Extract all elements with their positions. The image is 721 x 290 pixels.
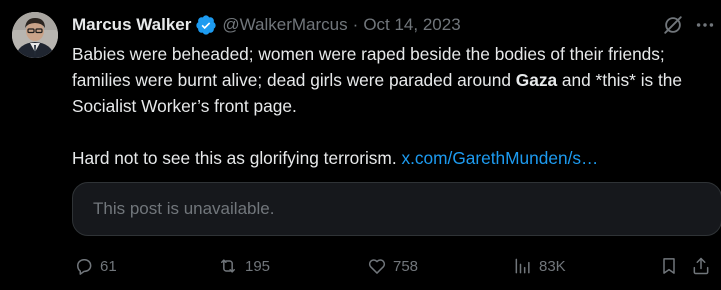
- text-segment: Hard not to see this as glorifying terro…: [72, 148, 402, 168]
- action-bar: 61 195 758 83K: [72, 252, 718, 280]
- repost-count: 195: [245, 257, 271, 275]
- quoted-post-unavailable-text: This post is unavailable.: [93, 199, 275, 218]
- verified-badge-icon[interactable]: [195, 14, 217, 36]
- repost-icon: [221, 259, 235, 273]
- post-link[interactable]: x.com/GarethMunden/s…: [401, 148, 598, 168]
- share-button[interactable]: [691, 252, 711, 280]
- post-date[interactable]: Oct 14, 2023: [363, 15, 460, 35]
- avatar[interactable]: [12, 12, 58, 58]
- post-paragraph: Hard not to see this as glorifying terro…: [72, 145, 718, 171]
- quoted-post-card[interactable]: This post is unavailable.: [72, 182, 721, 236]
- views-button[interactable]: 83K: [513, 252, 566, 280]
- bookmark-icon: [663, 258, 675, 274]
- like-count: 758: [393, 257, 419, 275]
- repost-button[interactable]: 195: [217, 252, 270, 280]
- profile-photo-icon: [12, 12, 58, 58]
- share-icon: [693, 257, 709, 275]
- more-options-icon[interactable]: [694, 14, 716, 36]
- reply-count: 61: [100, 257, 117, 275]
- author-handle[interactable]: @WalkerMarcus: [222, 15, 347, 35]
- highlighted-term: Gaza: [515, 70, 558, 90]
- reply-button[interactable]: 61: [74, 252, 117, 280]
- post-text: Babies were beheaded; women were raped b…: [72, 41, 718, 171]
- post-header: Marcus Walker @WalkerMarcus · Oct 14, 20…: [72, 13, 461, 37]
- post[interactable]: Marcus Walker @WalkerMarcus · Oct 14, 20…: [0, 0, 721, 290]
- bookmark-button[interactable]: [659, 252, 679, 280]
- reply-icon: [77, 259, 92, 275]
- post-paragraph: Babies were beheaded; women were raped b…: [72, 41, 718, 119]
- author-name[interactable]: Marcus Walker: [72, 15, 191, 35]
- grok-icon[interactable]: [662, 14, 684, 36]
- like-button[interactable]: 758: [367, 252, 418, 280]
- views-icon: [515, 258, 530, 274]
- separator-dot: ·: [352, 15, 359, 34]
- views-count: 83K: [539, 257, 566, 275]
- like-icon: [368, 259, 386, 274]
